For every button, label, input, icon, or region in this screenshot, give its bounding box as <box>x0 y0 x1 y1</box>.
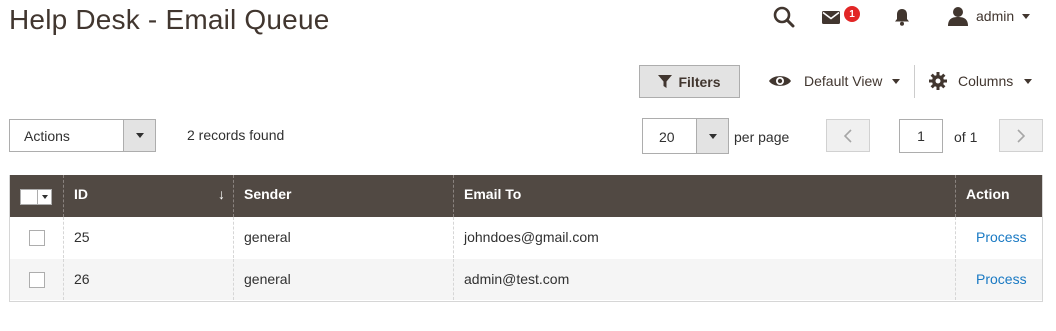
next-page-button[interactable] <box>999 119 1043 152</box>
page-number-input[interactable]: 1 <box>899 119 943 153</box>
column-label-id: ID <box>74 186 88 202</box>
mail-icon[interactable] <box>821 9 841 25</box>
chevron-down-icon <box>123 120 155 151</box>
default-view-label: Default View <box>804 73 883 89</box>
row-checkbox[interactable] <box>29 230 45 246</box>
cell-sender: general <box>234 259 454 300</box>
email-queue-grid: ID ↓ Sender Email To Action 25 general j… <box>9 175 1043 302</box>
cell-email-to: johndoes@gmail.com <box>454 217 956 258</box>
filters-button[interactable]: Filters <box>639 65 740 98</box>
notification-badge: 1 <box>844 6 860 22</box>
columns-label: Columns <box>958 73 1014 89</box>
prev-page-button[interactable] <box>826 119 870 152</box>
cell-sender: general <box>234 217 454 258</box>
per-page-select[interactable]: 20 <box>642 118 729 154</box>
page-title: Help Desk - Email Queue <box>9 4 330 35</box>
row-checkbox[interactable] <box>29 272 45 288</box>
chevron-down-icon <box>1022 13 1031 19</box>
mass-select-checkbox[interactable] <box>20 189 52 205</box>
default-view-dropdown[interactable]: Default View <box>768 71 901 91</box>
mass-select-header <box>10 175 64 217</box>
column-label-action: Action <box>966 186 1010 202</box>
process-link[interactable]: Process <box>976 271 1027 287</box>
chevron-down-icon <box>892 78 901 84</box>
gear-icon <box>929 72 947 90</box>
actions-label: Actions <box>24 128 70 144</box>
user-name: admin <box>976 8 1015 24</box>
chevron-left-icon <box>844 128 852 143</box>
sort-arrow-icon: ↓ <box>218 186 225 202</box>
chevron-down-icon <box>696 119 728 153</box>
cell-action: Process <box>956 259 1042 300</box>
chevron-right-icon <box>1017 128 1025 143</box>
records-found: 2 records found <box>187 127 285 143</box>
total-pages: of 1 <box>954 129 978 145</box>
cell-action: Process <box>956 217 1042 258</box>
user-icon <box>948 6 968 26</box>
table-row: 25 general johndoes@gmail.com Process <box>10 217 1042 258</box>
column-label-sender: Sender <box>244 186 292 202</box>
actions-select[interactable]: Actions <box>9 119 156 152</box>
cell-id: 25 <box>64 217 234 258</box>
column-header-id[interactable]: ID ↓ <box>64 175 234 217</box>
columns-dropdown[interactable]: Columns <box>929 71 1033 91</box>
row-select-cell <box>10 259 64 300</box>
process-link[interactable]: Process <box>976 229 1027 245</box>
grid-header: ID ↓ Sender Email To Action <box>10 175 1042 217</box>
filters-label: Filters <box>678 73 721 90</box>
column-label-email-to: Email To <box>464 186 522 202</box>
user-menu[interactable]: admin <box>948 6 1031 26</box>
per-page-value: 20 <box>659 129 675 145</box>
cell-email-to: admin@test.com <box>454 259 956 300</box>
row-select-cell <box>10 217 64 258</box>
table-row: 26 general admin@test.com Process <box>10 259 1042 300</box>
chevron-down-icon <box>1024 78 1033 84</box>
cell-id: 26 <box>64 259 234 300</box>
column-header-action: Action <box>956 175 1042 217</box>
filter-icon <box>658 74 673 89</box>
per-page-label: per page <box>734 129 790 145</box>
toolbar-divider <box>914 65 915 98</box>
column-header-email-to[interactable]: Email To <box>454 175 956 217</box>
column-header-sender[interactable]: Sender <box>234 175 454 217</box>
search-icon[interactable] <box>772 5 796 29</box>
bell-icon[interactable] <box>893 7 911 27</box>
eye-icon <box>768 74 792 88</box>
